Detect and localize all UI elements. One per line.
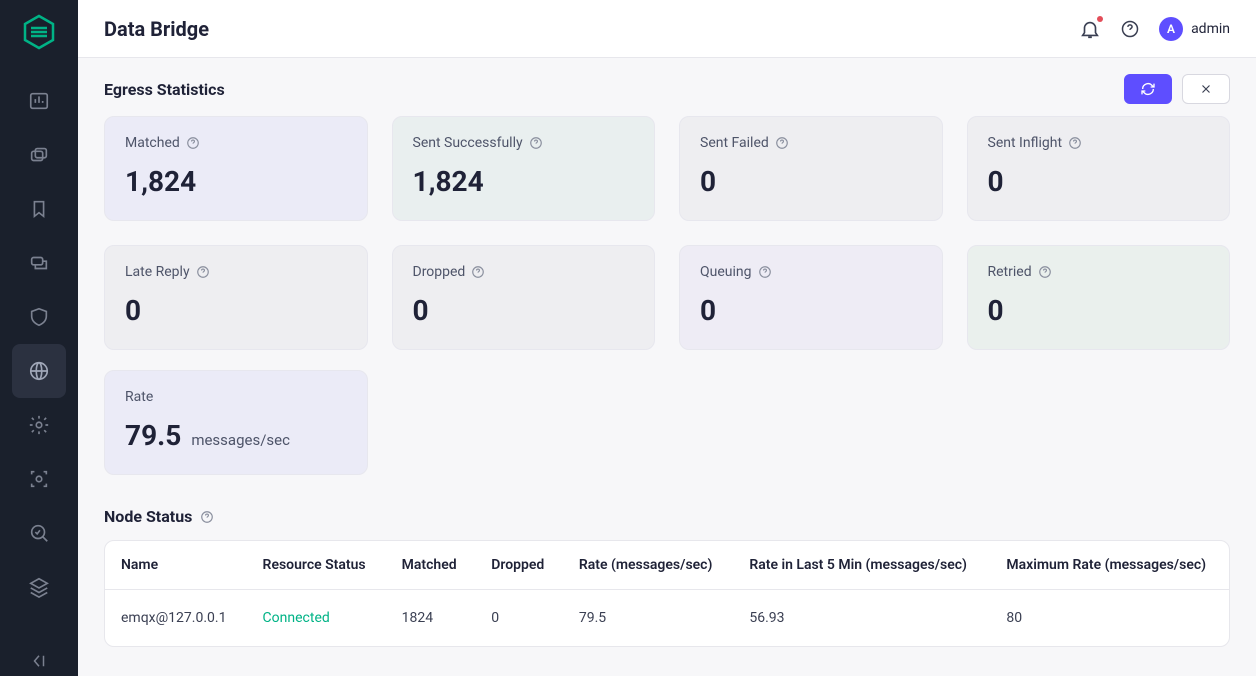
col-max-rate: Maximum Rate (messages/sec) xyxy=(990,541,1229,590)
table-row: emqx@127.0.0.1 Connected 1824 0 79.5 56.… xyxy=(105,590,1229,647)
help-icon[interactable] xyxy=(1038,265,1052,279)
help-icon[interactable] xyxy=(471,265,485,279)
stat-label: Queuing xyxy=(700,264,752,280)
page-title: Data Bridge xyxy=(104,17,209,41)
help-icon[interactable] xyxy=(529,136,543,150)
cell-dropped: 0 xyxy=(475,590,563,647)
stat-value: 0 xyxy=(700,165,922,198)
stat-label: Sent Successfully xyxy=(413,135,523,151)
stat-label: Dropped xyxy=(413,264,466,280)
refresh-button[interactable] xyxy=(1124,74,1172,104)
nav-settings[interactable] xyxy=(12,398,66,452)
nav-scan[interactable] xyxy=(12,452,66,506)
stat-label: Matched xyxy=(125,135,180,151)
stat-sent-successfully: Sent Successfully 1,824 xyxy=(392,116,656,221)
avatar: A xyxy=(1159,17,1183,41)
stat-late-reply: Late Reply 0 xyxy=(104,245,368,350)
stat-matched: Matched 1,824 xyxy=(104,116,368,221)
nav-packages[interactable] xyxy=(12,128,66,182)
node-table: Name Resource Status Matched Dropped Rat… xyxy=(104,540,1230,647)
stat-retried: Retried 0 xyxy=(967,245,1231,350)
cell-matched: 1824 xyxy=(386,590,476,647)
user-menu[interactable]: A admin xyxy=(1159,17,1230,41)
section-title: Egress Statistics xyxy=(104,80,225,99)
stat-rate: Rate 79.5 messages/sec xyxy=(104,370,368,475)
stat-value: 0 xyxy=(988,165,1210,198)
sidebar xyxy=(0,0,78,676)
nav-layers[interactable] xyxy=(12,560,66,614)
stat-label: Sent Failed xyxy=(700,135,769,151)
close-button[interactable] xyxy=(1182,74,1230,104)
col-rate-5min: Rate in Last 5 Min (messages/sec) xyxy=(733,541,990,590)
stat-value: 1,824 xyxy=(125,165,347,198)
stat-label: Rate xyxy=(125,389,153,405)
stat-value: 0 xyxy=(988,294,1210,327)
sidebar-nav xyxy=(0,74,78,614)
header: Data Bridge A admin xyxy=(78,0,1256,58)
logo xyxy=(19,12,59,52)
stat-2-value: 1,824 xyxy=(413,165,635,198)
stat-label: Sent Inflight xyxy=(988,135,1063,151)
col-rate: Rate (messages/sec) xyxy=(563,541,734,590)
nav-activity[interactable] xyxy=(12,506,66,560)
help-icon[interactable] xyxy=(775,136,789,150)
help-icon[interactable] xyxy=(758,265,772,279)
stat-value: 79.5 xyxy=(125,419,181,452)
col-dropped: Dropped xyxy=(475,541,563,590)
stat-value: 0 xyxy=(413,294,635,327)
stat-dropped: Dropped 0 xyxy=(392,245,656,350)
notifications-icon[interactable] xyxy=(1079,18,1101,40)
notification-dot xyxy=(1097,16,1103,22)
nav-bookmark[interactable] xyxy=(12,182,66,236)
stat-value: 0 xyxy=(700,294,922,327)
stat-sent-failed: Sent Failed 0 xyxy=(679,116,943,221)
help-icon[interactable] xyxy=(1119,18,1141,40)
nav-stack[interactable] xyxy=(12,236,66,290)
nav-data-bridge[interactable] xyxy=(12,344,66,398)
table-header-row: Name Resource Status Matched Dropped Rat… xyxy=(105,541,1229,590)
nav-shield[interactable] xyxy=(12,290,66,344)
cell-rate-5min: 56.93 xyxy=(733,590,990,647)
help-icon[interactable] xyxy=(200,510,214,524)
col-matched: Matched xyxy=(386,541,476,590)
cell-name: emqx@127.0.0.1 xyxy=(105,590,247,647)
stat-queuing: Queuing 0 xyxy=(679,245,943,350)
help-icon[interactable] xyxy=(196,265,210,279)
help-icon[interactable] xyxy=(1068,136,1082,150)
sidebar-collapse[interactable] xyxy=(0,646,78,676)
stat-label: Late Reply xyxy=(125,264,190,280)
stat-unit: messages/sec xyxy=(191,431,290,449)
username: admin xyxy=(1191,21,1230,37)
col-name: Name xyxy=(105,541,247,590)
cell-status: Connected xyxy=(247,590,386,647)
stat-value: 0 xyxy=(125,294,347,327)
stat-label: Retried xyxy=(988,264,1032,280)
nav-dashboard[interactable] xyxy=(12,74,66,128)
help-icon[interactable] xyxy=(186,136,200,150)
col-resource-status: Resource Status xyxy=(247,541,386,590)
cell-rate: 79.5 xyxy=(563,590,734,647)
node-status-title: Node Status xyxy=(104,507,1230,526)
stat-sent-inflight: Sent Inflight 0 xyxy=(967,116,1231,221)
cell-max-rate: 80 xyxy=(990,590,1229,647)
